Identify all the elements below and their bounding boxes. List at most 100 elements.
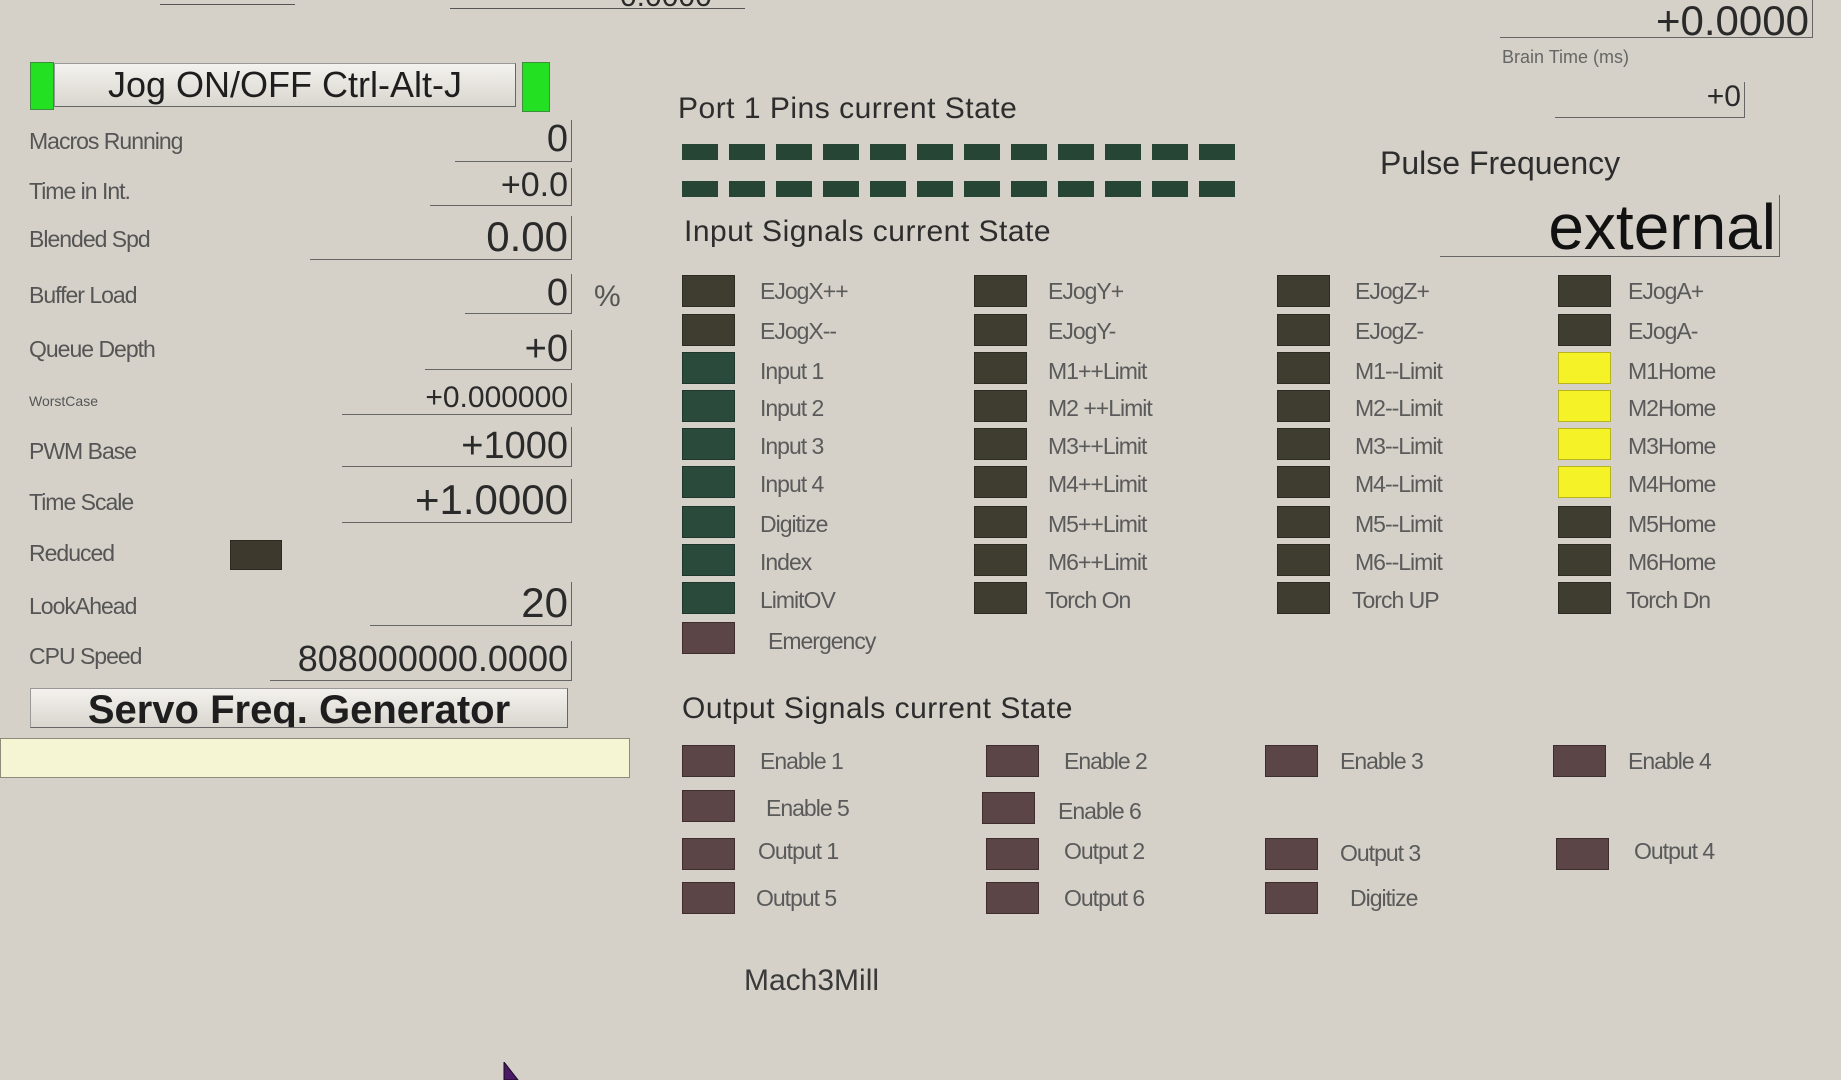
port-pin-led bbox=[682, 181, 718, 197]
worst-case-dro: +0.000000 bbox=[342, 383, 572, 415]
led-m2-home bbox=[1558, 390, 1611, 422]
port-pin-led bbox=[729, 181, 765, 197]
cpu-speed-label: CPU Speed bbox=[29, 643, 142, 669]
signal-label: Torch Dn bbox=[1626, 587, 1711, 613]
signal-label: Enable 5 bbox=[766, 795, 850, 821]
status-message-bar bbox=[0, 738, 630, 778]
mouse-cursor-icon bbox=[503, 1062, 519, 1080]
jog-led-right bbox=[522, 62, 550, 112]
port-pin-led bbox=[870, 181, 906, 197]
signal-label: Enable 1 bbox=[760, 748, 844, 774]
led-torch-up bbox=[1277, 582, 1330, 614]
time-scale-dro: +1.0000 bbox=[342, 479, 572, 523]
signal-label: M5--Limit bbox=[1355, 511, 1443, 537]
port-pin-led bbox=[823, 181, 859, 197]
queue-depth-label: Queue Depth bbox=[29, 336, 156, 362]
cpu-speed-dro: 808000000.0000 bbox=[270, 641, 572, 681]
led-digitize bbox=[682, 506, 735, 538]
signal-label: M4++Limit bbox=[1048, 471, 1147, 497]
pwm-base-dro: +1000 bbox=[342, 427, 572, 467]
signal-label: Enable 4 bbox=[1628, 748, 1712, 774]
led-ejogz-plus bbox=[1277, 275, 1330, 307]
led-m4-home bbox=[1558, 466, 1611, 498]
led-torch-dn bbox=[1558, 582, 1611, 614]
signal-label: Enable 6 bbox=[1058, 798, 1142, 824]
signal-label: Output 3 bbox=[1340, 840, 1421, 866]
led-m4-minus-limit bbox=[1277, 466, 1330, 498]
led-m3-minus-limit bbox=[1277, 428, 1330, 460]
port-pin-led bbox=[823, 144, 859, 160]
led-enable-4 bbox=[1553, 745, 1606, 777]
port-pin-led bbox=[1105, 144, 1141, 160]
led-output-1 bbox=[682, 838, 735, 870]
worst-case-label: WorstCase bbox=[29, 393, 98, 409]
signal-label: Output 6 bbox=[1064, 885, 1145, 911]
port-pin-led bbox=[917, 181, 953, 197]
buffer-load-unit: % bbox=[594, 280, 621, 313]
reduced-label: Reduced bbox=[29, 540, 115, 566]
signal-label: Enable 3 bbox=[1340, 748, 1424, 774]
led-m5-home bbox=[1558, 506, 1611, 538]
led-limitov bbox=[682, 582, 735, 614]
led-m1-plus-limit bbox=[974, 352, 1027, 384]
port-pins-title: Port 1 Pins current State bbox=[678, 92, 1018, 125]
led-ejogy-plus bbox=[974, 275, 1027, 307]
led-ejogy-minus bbox=[974, 314, 1027, 346]
signal-label: M1++Limit bbox=[1048, 358, 1147, 384]
port-pin-led bbox=[1058, 144, 1094, 160]
signal-label: M3Home bbox=[1628, 433, 1716, 459]
signal-label: Output 5 bbox=[756, 885, 837, 911]
signal-label: EJogY+ bbox=[1048, 278, 1124, 304]
blended-spd-dro: 0.00 bbox=[310, 216, 572, 260]
buffer-load-label: Buffer Load bbox=[29, 282, 138, 308]
queue-depth-dro: +0 bbox=[425, 330, 572, 370]
lookahead-dro: 20 bbox=[370, 582, 572, 626]
pwm-base-label: PWM Base bbox=[29, 438, 137, 464]
led-enable-1 bbox=[682, 745, 735, 777]
jog-led-left bbox=[30, 62, 54, 110]
led-m6-plus-limit bbox=[974, 544, 1027, 576]
signal-label: Input 4 bbox=[760, 471, 824, 497]
led-m1-minus-limit bbox=[1277, 352, 1330, 384]
led-emergency bbox=[682, 622, 735, 654]
time-scale-label: Time Scale bbox=[29, 489, 134, 515]
led-input-4 bbox=[682, 466, 735, 498]
signal-label: M3--Limit bbox=[1355, 433, 1443, 459]
port-pin-led bbox=[776, 181, 812, 197]
led-enable-3 bbox=[1265, 745, 1318, 777]
port-pin-led bbox=[964, 144, 1000, 160]
jog-toggle-button[interactable]: Jog ON/OFF Ctrl-Alt-J bbox=[54, 63, 516, 107]
servo-freq-generator-button[interactable]: Servo Freq. Generator bbox=[30, 688, 568, 728]
signal-label: EJogZ- bbox=[1355, 318, 1424, 344]
led-m5-plus-limit bbox=[974, 506, 1027, 538]
port-pin-led bbox=[729, 144, 765, 160]
led-ejoga-plus bbox=[1558, 275, 1611, 307]
port-pin-led bbox=[1105, 181, 1141, 197]
signal-label: EJogZ+ bbox=[1355, 278, 1430, 304]
input-signals-title: Input Signals current State bbox=[684, 215, 1052, 248]
led-output-6 bbox=[986, 882, 1039, 914]
led-ejogx-plus bbox=[682, 275, 735, 307]
signal-label: M5++Limit bbox=[1048, 511, 1147, 537]
top-mid-dro: 0.0000 bbox=[620, 0, 712, 12]
led-m3-plus-limit bbox=[974, 428, 1027, 460]
signal-label: EJogX++ bbox=[760, 278, 849, 304]
led-ejoga-minus bbox=[1558, 314, 1611, 346]
signal-label: Output 4 bbox=[1634, 838, 1715, 864]
signal-label: M6Home bbox=[1628, 549, 1716, 575]
signal-label: Index bbox=[760, 549, 812, 575]
led-output-digitize bbox=[1265, 882, 1318, 914]
led-output-3 bbox=[1265, 838, 1318, 870]
macros-running-label: Macros Running bbox=[29, 128, 183, 154]
signal-label: M2 ++Limit bbox=[1048, 395, 1153, 421]
brain-time-label: Brain Time (ms) bbox=[1502, 47, 1630, 67]
top-left-dro-underline bbox=[160, 4, 295, 5]
macros-running-dro: 0 bbox=[455, 120, 572, 162]
led-m2-minus-limit bbox=[1277, 390, 1330, 422]
port-pin-led bbox=[917, 144, 953, 160]
led-enable-5 bbox=[682, 790, 735, 822]
signal-label: Emergency bbox=[768, 628, 876, 654]
signal-label: M6++Limit bbox=[1048, 549, 1147, 575]
blended-spd-label: Blended Spd bbox=[29, 226, 151, 252]
led-index bbox=[682, 544, 735, 576]
